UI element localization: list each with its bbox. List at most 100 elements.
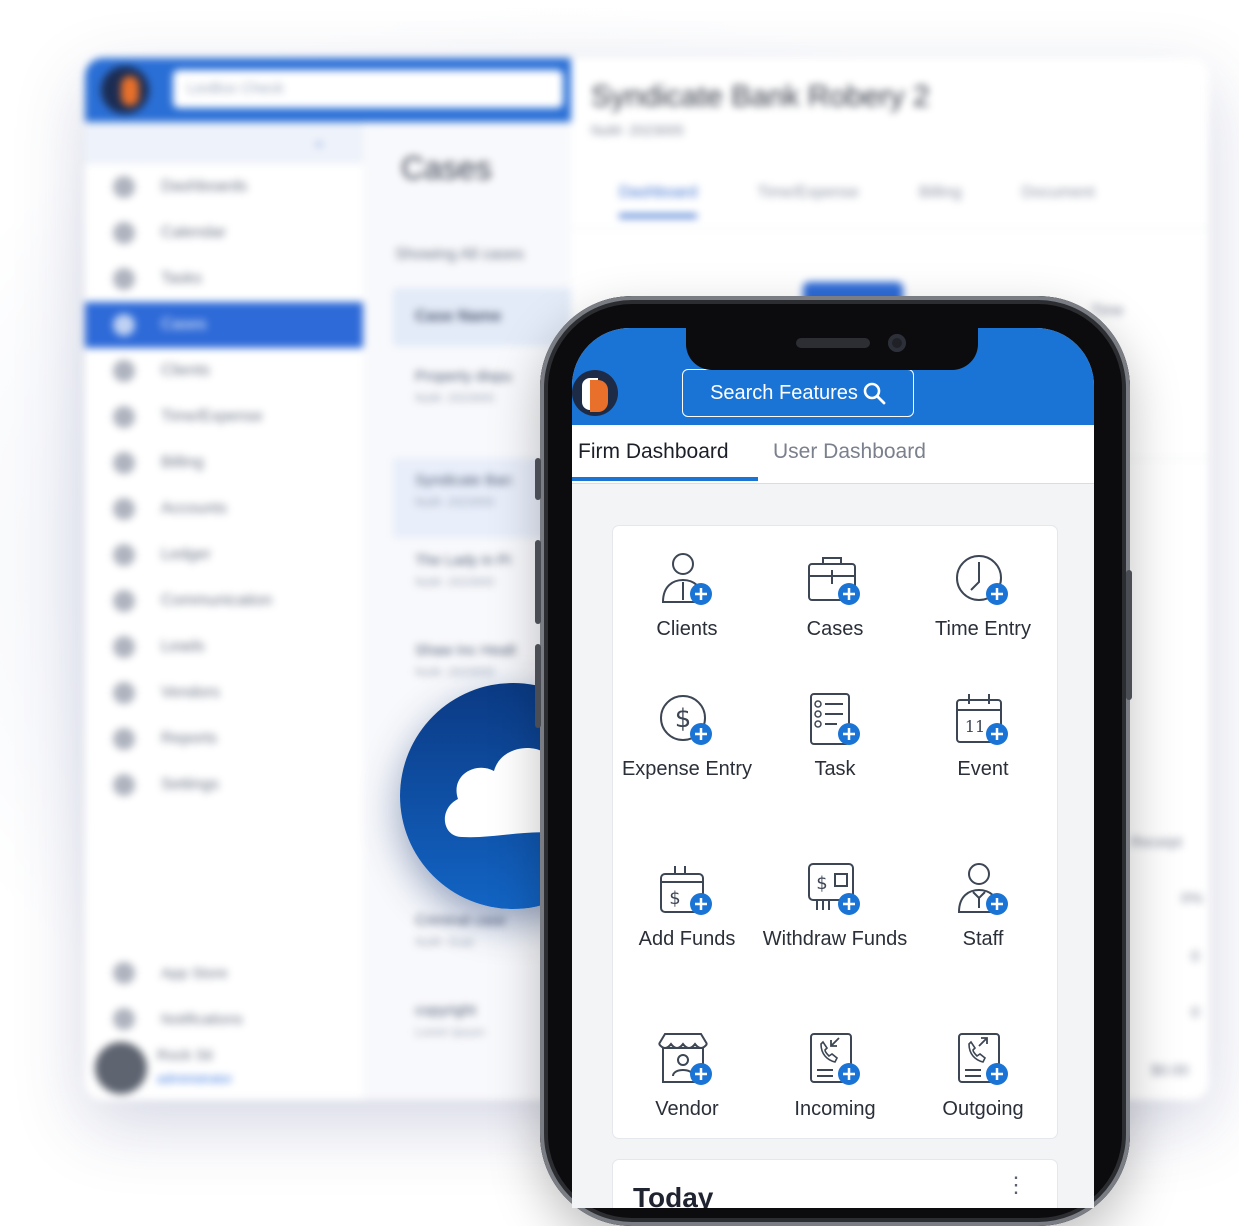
more-options-icon[interactable]: ⋮: [1005, 1174, 1027, 1196]
tab-document[interactable]: Document: [1022, 184, 1095, 218]
phone-mute-button: [535, 458, 541, 500]
calendar-icon: [113, 222, 135, 244]
desktop-sidebar: « Dashboards Calendar Tasks Cases Client…: [85, 122, 364, 1100]
sidebar-item-billing[interactable]: Billing: [85, 440, 363, 486]
tile-expense-entry[interactable]: $ Expense Entry: [613, 692, 761, 785]
cases-title: Cases: [401, 150, 492, 186]
svg-text:$: $: [675, 704, 692, 734]
desktop-topbar: LexBox Check: [85, 58, 571, 122]
sidebar-item-label: Communication: [161, 592, 273, 609]
tile-event[interactable]: 11 Event: [909, 692, 1057, 785]
phone-speaker: [796, 338, 870, 348]
mobile-app-screen: Search Features Firm Dashboard User Dash…: [572, 328, 1094, 1208]
add-time-entry-icon: [956, 555, 1008, 605]
briefcase-icon: [113, 314, 135, 336]
bell-icon: [113, 1008, 135, 1030]
sidebar-item-cases[interactable]: Cases: [85, 302, 363, 348]
tile-cases[interactable]: Cases: [761, 552, 909, 645]
tile-clients[interactable]: Clients: [613, 552, 761, 645]
sidebar-item-dashboards[interactable]: Dashboards: [85, 164, 363, 210]
user-name: Rock Sti: [157, 1047, 213, 1064]
tile-task[interactable]: Task: [761, 692, 909, 785]
tile-add-funds[interactable]: $ Add Funds: [613, 862, 761, 955]
ledger-icon: [113, 544, 135, 566]
sidebar-item-label: Reports: [161, 730, 218, 747]
tile-incoming[interactable]: Incoming: [761, 1032, 909, 1125]
app-logo[interactable]: [572, 370, 618, 416]
reports-icon: [113, 728, 135, 750]
tile-label: Incoming: [794, 1098, 876, 1120]
case-name: Shaw Inc Healt: [415, 642, 516, 659]
sidebar-item-notifications[interactable]: Notifications: [85, 996, 363, 1042]
user-icon: [113, 360, 135, 382]
add-task-icon: [810, 693, 860, 745]
desktop-logo: [101, 66, 149, 114]
tile-label: Time Entry: [935, 618, 1031, 640]
tile-outgoing[interactable]: Outgoing: [909, 1032, 1057, 1125]
sidebar-item-settings[interactable]: Settings: [85, 762, 363, 808]
phone-notch: [686, 326, 978, 370]
tile-vendor[interactable]: Vendor: [613, 1032, 761, 1125]
sidebar-item-label: Time/Expense: [161, 408, 263, 425]
tile-label: Clients: [656, 618, 718, 640]
sidebar-item-accounts[interactable]: Accounts: [85, 486, 363, 532]
tab-user-dashboard[interactable]: User Dashboard: [773, 425, 926, 483]
svg-text:$: $: [816, 873, 827, 894]
sidebar-item-ledger[interactable]: Ledger: [85, 532, 363, 578]
cases-filter-label[interactable]: Showing All cases: [395, 246, 524, 264]
tile-time-entry[interactable]: Time Entry: [909, 552, 1057, 645]
case-tabs: Dashboard Time/Expense Billing Document: [619, 184, 1095, 218]
desktop-search-input[interactable]: LexBox Check: [173, 70, 563, 108]
sidebar-item-leads[interactable]: Leads: [85, 624, 363, 670]
tab-billing[interactable]: Billing: [919, 184, 962, 218]
case-name-column-header[interactable]: Case Name: [393, 288, 571, 346]
sidebar-item-time-expense[interactable]: Time/Expense: [85, 394, 363, 440]
sidebar-item-app-store[interactable]: App Store: [85, 950, 363, 996]
percent-value: 0%: [1181, 890, 1203, 907]
tile-label: Expense Entry: [621, 758, 753, 780]
today-title: Today: [633, 1182, 714, 1208]
tasks-icon: [113, 268, 135, 290]
avatar[interactable]: [95, 1042, 147, 1094]
phone-volume-down-button: [535, 644, 541, 728]
search-features-button[interactable]: Search Features: [682, 369, 914, 417]
sidebar-item-label: Tasks: [161, 270, 202, 287]
tile-label: Add Funds: [638, 928, 736, 950]
sidebar-item-label: Accounts: [161, 500, 227, 517]
sidebar-item-clients[interactable]: Clients: [85, 348, 363, 394]
incoming-call-icon: [810, 1033, 860, 1085]
home-icon: [113, 176, 135, 198]
quick-actions-card: Clients Cases Time Entry $ Expense Entry…: [613, 526, 1057, 1138]
sidebar-item-vendors[interactable]: Vendors: [85, 670, 363, 716]
add-expense-icon: $: [660, 695, 712, 745]
case-name: Property dispu: [415, 368, 512, 385]
add-event-icon: 11: [956, 694, 1008, 745]
phone-power-button: [1126, 570, 1132, 700]
sidebar-collapse-icon[interactable]: «: [85, 122, 363, 164]
sidebar-item-label: Clients: [161, 362, 210, 379]
add-staff-icon: [957, 863, 1008, 915]
tab-firm-dashboard[interactable]: Firm Dashboard: [578, 425, 729, 483]
accounts-icon: [113, 498, 135, 520]
app-store-icon: [113, 962, 135, 984]
sidebar-item-tasks[interactable]: Tasks: [85, 256, 363, 302]
tile-label: Cases: [806, 618, 864, 640]
tab-time-expense[interactable]: Time/Expense: [757, 184, 859, 218]
gear-icon: [113, 774, 135, 796]
case-number: NuM- 2023005: [591, 122, 684, 138]
sidebar-item-label: Calendar: [161, 224, 226, 241]
tile-withdraw-funds[interactable]: $ Withdraw Funds: [761, 862, 909, 955]
count-value: 0: [1191, 1004, 1200, 1021]
tab-dashboard[interactable]: Dashboard: [619, 184, 698, 218]
divider: [571, 228, 1209, 229]
sidebar-item-reports[interactable]: Reports: [85, 716, 363, 762]
tile-staff[interactable]: Staff: [909, 862, 1057, 955]
sidebar-nav: Dashboards Calendar Tasks Cases Clients …: [85, 164, 363, 808]
sidebar-item-label: Settings: [161, 776, 219, 793]
case-name: Criminal case: [415, 912, 506, 929]
sidebar-item-calendar[interactable]: Calendar: [85, 210, 363, 256]
sidebar-item-communication[interactable]: Communication: [85, 578, 363, 624]
billing-icon: [113, 452, 135, 474]
case-title: Syndicate Bank Robery 2: [591, 80, 930, 113]
amount-value: $0.00: [1151, 1062, 1189, 1079]
